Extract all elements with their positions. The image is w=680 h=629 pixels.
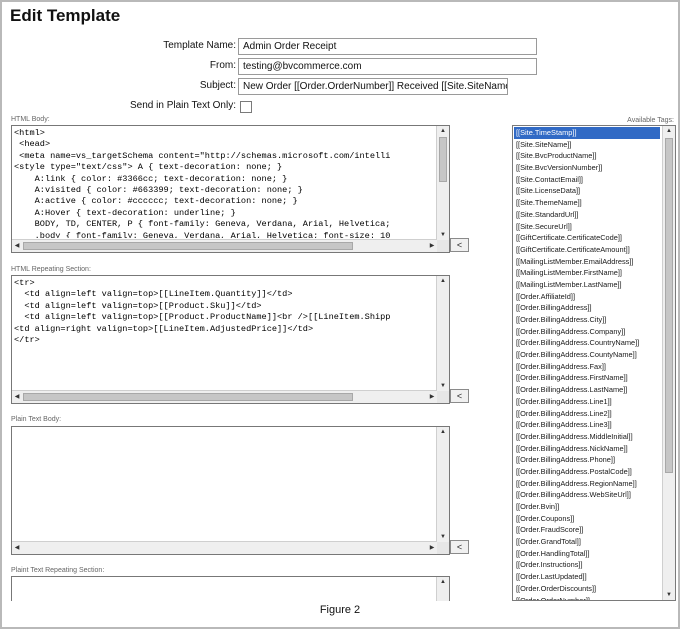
tag-option[interactable]: [[MailingListMember.EmailAddress]] bbox=[514, 256, 660, 268]
tag-option[interactable]: [[Order.Coupons]] bbox=[514, 513, 660, 525]
plain-text-repeating-textarea[interactable]: ▲ bbox=[11, 576, 450, 601]
plain-text-body-horizontal-scrollbar[interactable]: ◀ ▶ bbox=[12, 541, 437, 554]
plain-text-body-vertical-scrollbar[interactable]: ▲ ▼ bbox=[436, 427, 449, 542]
html-repeating-vertical-scrollbar[interactable]: ▲ ▼ bbox=[436, 276, 449, 391]
scroll-thumb[interactable] bbox=[665, 138, 673, 473]
scroll-up-icon[interactable]: ▲ bbox=[437, 276, 449, 286]
tag-option[interactable]: [[GiftCertificate.CertificateCode]] bbox=[514, 232, 660, 244]
plain-text-repeating-vertical-scrollbar[interactable]: ▲ bbox=[436, 577, 449, 601]
plain-text-only-label: Send in Plain Text Only: bbox=[130, 100, 236, 111]
tag-option[interactable]: [[Order.LastUpdated]] bbox=[514, 571, 660, 583]
scroll-up-icon[interactable]: ▲ bbox=[663, 126, 675, 136]
scroll-down-icon[interactable]: ▼ bbox=[437, 381, 449, 391]
tags-items: [[Site.TimeStamp]] [[Site.SiteName]] [[Sit… bbox=[514, 127, 660, 601]
tag-option[interactable]: [[Order.BillingAddress.Line2]] bbox=[514, 408, 660, 420]
tag-option[interactable]: [[Site.BvcProductName]] bbox=[514, 150, 660, 162]
tag-option[interactable]: [[Site.SiteName]] bbox=[514, 139, 660, 151]
tag-option[interactable]: [[Order.Instructions]] bbox=[514, 559, 660, 571]
tag-option[interactable]: [[Order.OrderDiscounts]] bbox=[514, 583, 660, 595]
tag-option[interactable]: [[Order.FraudScore]] bbox=[514, 524, 660, 536]
window-frame: Edit Template Template Name: Admin Order… bbox=[0, 0, 680, 629]
tag-option[interactable]: [[Site.BvcVersionNumber]] bbox=[514, 162, 660, 174]
tag-option[interactable]: [[Order.BillingAddress.MiddleInitial]] bbox=[514, 431, 660, 443]
tag-option[interactable]: [[Site.LicenseData]] bbox=[514, 185, 660, 197]
html-repeating-label: HTML Repeating Section: bbox=[11, 266, 91, 273]
plain-text-body-content bbox=[14, 429, 435, 540]
tag-option[interactable]: [[Site.ThemeName]] bbox=[514, 197, 660, 209]
tag-option[interactable]: [[Order.Bvin]] bbox=[514, 501, 660, 513]
tag-option[interactable]: [[Order.BillingAddress.CountyName]] bbox=[514, 349, 660, 361]
plain-text-only-checkbox[interactable] bbox=[240, 101, 252, 113]
scroll-corner bbox=[437, 391, 449, 403]
tag-option[interactable]: [[Order.BillingAddress.LastName]] bbox=[514, 384, 660, 396]
tag-option[interactable]: [[Site.ContactEmail]] bbox=[514, 174, 660, 186]
scroll-right-icon[interactable]: ▶ bbox=[427, 542, 437, 554]
plain-text-repeating-label: Plaint Text Repeating Section: bbox=[11, 567, 105, 574]
tag-option[interactable]: [[Order.BillingAddress.Line1]] bbox=[514, 396, 660, 408]
scroll-up-icon[interactable]: ▲ bbox=[437, 427, 449, 437]
tag-option[interactable]: [[Order.BillingAddress.FirstName]] bbox=[514, 372, 660, 384]
tag-option[interactable]: [[Order.HandlingTotal]] bbox=[514, 548, 660, 560]
tag-option[interactable]: [[Order.BillingAddress.NickName]] bbox=[514, 443, 660, 455]
tag-option[interactable]: [[Order.BillingAddress.City]] bbox=[514, 314, 660, 326]
page-title: Edit Template bbox=[10, 6, 121, 25]
html-body-vertical-scrollbar[interactable]: ▲ ▼ bbox=[436, 126, 449, 240]
tag-option[interactable]: [[Site.StandardUrl]] bbox=[514, 209, 660, 221]
subject-input[interactable]: New Order [[Order.OrderNumber]] Received… bbox=[238, 78, 508, 95]
from-label: From: bbox=[209, 60, 236, 71]
template-name-label: Template Name: bbox=[163, 40, 236, 51]
scroll-corner bbox=[437, 542, 449, 554]
insert-tag-plain-text-body-button[interactable]: < bbox=[450, 540, 469, 554]
plain-text-body-textarea[interactable]: ▲ ▼ ◀ ▶ bbox=[11, 426, 450, 555]
tag-option[interactable]: [[Order.AffiliateId]] bbox=[514, 291, 660, 303]
tag-option[interactable]: [[Order.BillingAddress.Phone]] bbox=[514, 454, 660, 466]
tag-option[interactable]: [[Order.BillingAddress.WebSiteUrl]] bbox=[514, 489, 660, 501]
tag-option[interactable]: [[Order.BillingAddress.PostalCode]] bbox=[514, 466, 660, 478]
template-name-input[interactable]: Admin Order Receipt bbox=[238, 38, 537, 55]
html-repeating-horizontal-scrollbar[interactable]: ◀ ▶ bbox=[12, 390, 437, 403]
scroll-down-icon[interactable]: ▼ bbox=[437, 532, 449, 542]
tag-option[interactable]: [[Order.BillingAddress.CountryName]] bbox=[514, 337, 660, 349]
html-body-content: <html> <head> <meta name=vs_targetSchema… bbox=[14, 128, 391, 238]
scroll-right-icon[interactable]: ▶ bbox=[427, 240, 437, 252]
html-repeating-textarea[interactable]: <tr> <td align=left valign=top>[[LineIte… bbox=[11, 275, 450, 404]
html-body-label: HTML Body: bbox=[11, 116, 50, 123]
scroll-down-icon[interactable]: ▼ bbox=[437, 230, 449, 240]
scroll-corner bbox=[437, 240, 449, 252]
from-input[interactable]: testing@bvcommerce.com bbox=[238, 58, 537, 75]
figure-caption: Figure 2 bbox=[319, 604, 361, 616]
scroll-thumb[interactable] bbox=[23, 393, 353, 401]
scroll-down-icon[interactable]: ▼ bbox=[663, 590, 675, 600]
tag-option[interactable]: [[Order.BillingAddress.Company]] bbox=[514, 326, 660, 338]
tag-option[interactable]: [[Site.TimeStamp]] bbox=[514, 127, 660, 139]
scroll-thumb[interactable] bbox=[439, 137, 447, 182]
scroll-left-icon[interactable]: ◀ bbox=[12, 542, 22, 554]
tag-option[interactable]: [[Site.SecureUrl]] bbox=[514, 221, 660, 233]
subject-label: Subject: bbox=[199, 80, 236, 91]
html-repeating-content: <tr> <td align=left valign=top>[[LineIte… bbox=[14, 278, 391, 346]
tag-option[interactable]: [[Order.BillingAddress.RegionName]] bbox=[514, 478, 660, 490]
tags-vertical-scrollbar[interactable]: ▲ ▼ bbox=[662, 126, 675, 600]
scroll-up-icon[interactable]: ▲ bbox=[437, 577, 449, 587]
html-body-horizontal-scrollbar[interactable]: ◀ ▶ bbox=[12, 239, 437, 252]
scroll-up-icon[interactable]: ▲ bbox=[437, 126, 449, 136]
available-tags-label: Available Tags: bbox=[627, 117, 674, 124]
tag-option[interactable]: [[MailingListMember.FirstName]] bbox=[514, 267, 660, 279]
plain-text-body-label: Plain Text Body: bbox=[11, 416, 62, 423]
tag-option[interactable]: [[Order.BillingAddress.Fax]] bbox=[514, 361, 660, 373]
insert-tag-html-body-button[interactable]: < bbox=[450, 238, 469, 252]
available-tags-listbox[interactable]: [[Site.TimeStamp]] [[Site.SiteName]] [[Sit… bbox=[512, 125, 676, 601]
tag-option[interactable]: [[GiftCertificate.CertificateAmount]] bbox=[514, 244, 660, 256]
tag-option[interactable]: [[MailingListMember.LastName]] bbox=[514, 279, 660, 291]
scroll-left-icon[interactable]: ◀ bbox=[12, 240, 22, 252]
scroll-right-icon[interactable]: ▶ bbox=[427, 391, 437, 403]
tag-option[interactable]: [[Order.GrandTotal]] bbox=[514, 536, 660, 548]
tag-option[interactable]: [[Order.BillingAddress.Line3]] bbox=[514, 419, 660, 431]
insert-tag-html-repeating-button[interactable]: < bbox=[450, 389, 469, 403]
scroll-thumb[interactable] bbox=[23, 242, 353, 250]
scroll-left-icon[interactable]: ◀ bbox=[12, 391, 22, 403]
tag-option[interactable]: [[Order.OrderNumber]] bbox=[514, 595, 660, 601]
tag-option[interactable]: [[Order.BillingAddress]] bbox=[514, 302, 660, 314]
html-body-textarea[interactable]: <html> <head> <meta name=vs_targetSchema… bbox=[11, 125, 450, 253]
